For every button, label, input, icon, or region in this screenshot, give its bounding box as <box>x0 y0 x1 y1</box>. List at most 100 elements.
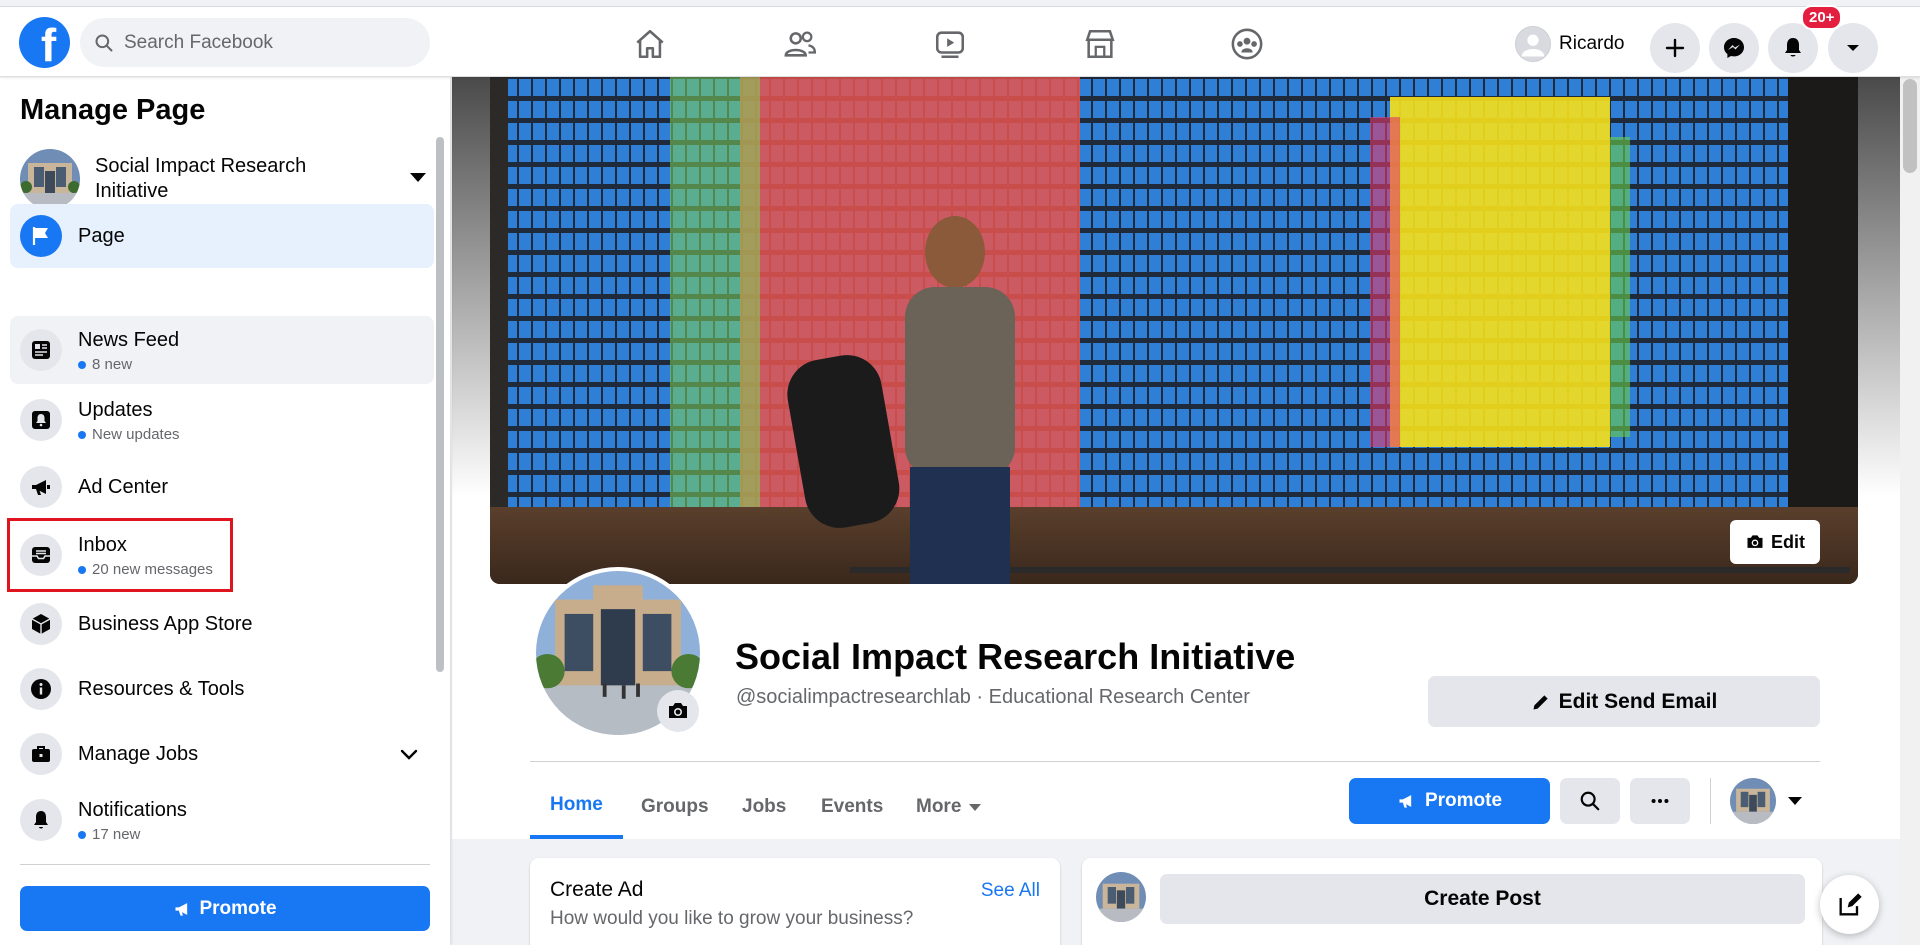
create-post-card: Create Post <box>1082 858 1822 945</box>
avatar <box>1096 872 1146 922</box>
icon-circle <box>20 534 62 576</box>
page-scrollbar[interactable] <box>1900 77 1920 945</box>
tab-home[interactable]: Home <box>530 775 623 839</box>
notifications-badge: 20+ <box>1801 5 1843 30</box>
create-post-button[interactable]: Create Post <box>1160 874 1805 924</box>
sidebar-item-page[interactable]: Page <box>10 204 434 268</box>
sidebar-item-ad-center[interactable]: Ad Center <box>10 457 434 517</box>
building-photo <box>1096 872 1146 922</box>
sidebar-item-label: Manage Jobs <box>78 743 199 765</box>
nav-watch-tab[interactable] <box>890 19 1010 69</box>
caret-down-icon[interactable] <box>410 173 426 182</box>
sidebar-item-resources-tools[interactable]: Resources & Tools <box>10 659 434 719</box>
sidebar-item-label: Inbox <box>78 534 127 556</box>
browser-edge <box>0 0 1920 7</box>
search-icon <box>95 34 113 51</box>
messenger-icon <box>1724 38 1744 58</box>
messenger-button[interactable] <box>1709 23 1759 73</box>
chevron-down-icon[interactable] <box>400 746 418 762</box>
promote-button[interactable]: Promote <box>1349 778 1550 824</box>
page-switcher[interactable]: Social Impact Research Initiative <box>20 149 430 209</box>
icon-circle <box>20 603 62 645</box>
watch-icon <box>935 31 965 59</box>
tab-more[interactable]: More <box>916 775 982 839</box>
promote-label: Promote <box>199 897 277 919</box>
sidebar-item-sub: 17 new <box>78 826 187 843</box>
page-title: Social Impact Research Initiative <box>735 636 1296 677</box>
page-flag-badge <box>20 215 62 257</box>
news-feed-icon <box>32 341 50 359</box>
search-box[interactable] <box>80 18 430 67</box>
sidebar-item-label: Updates <box>78 399 153 421</box>
sidebar-scrollbar[interactable] <box>436 137 444 672</box>
sidebar-item-notifications[interactable]: Notifications 17 new <box>10 786 434 854</box>
avatar <box>1730 778 1776 824</box>
nav-marketplace-tab[interactable] <box>1040 19 1160 69</box>
sidebar-item-subtext: 17 new <box>92 826 141 843</box>
tab-events[interactable]: Events <box>821 775 883 839</box>
plus-icon <box>1665 38 1685 58</box>
updates-icon <box>32 411 50 429</box>
search-page-button[interactable] <box>1560 778 1620 824</box>
search-input[interactable] <box>124 31 404 54</box>
sidebar-item-news-feed[interactable]: News Feed 8 new <box>10 316 434 384</box>
icon-circle <box>20 799 62 841</box>
tabs-divider <box>530 761 1820 762</box>
facebook-logo[interactable]: f <box>19 17 70 68</box>
notifications-button[interactable] <box>1768 23 1818 73</box>
camera-icon <box>669 703 687 718</box>
sidebar-item-label: Resources & Tools <box>78 678 245 700</box>
see-all-link[interactable]: See All <box>981 880 1040 902</box>
box-icon <box>31 614 51 634</box>
caret-down-icon <box>969 803 982 811</box>
edit-cover-button[interactable]: Edit <box>1730 520 1820 564</box>
edit-send-email-button[interactable]: Edit Send Email <box>1428 676 1820 727</box>
tab-label: Home <box>550 794 603 815</box>
avatar <box>1515 26 1551 62</box>
create-post-label: Create Post <box>1424 887 1541 910</box>
building-photo <box>1730 778 1776 824</box>
bell-icon <box>1785 38 1801 57</box>
tab-jobs[interactable]: Jobs <box>742 775 786 839</box>
sidebar-item-updates[interactable]: Updates New updates <box>10 386 434 454</box>
create-button[interactable] <box>1650 23 1700 73</box>
home-icon <box>636 29 664 59</box>
sidebar-item-business-app-store[interactable]: Business App Store <box>10 594 434 654</box>
edit-cover-label: Edit <box>1771 531 1805 552</box>
icon-circle <box>20 466 62 508</box>
tab-groups[interactable]: Groups <box>641 775 709 839</box>
more-options-button[interactable] <box>1630 778 1690 824</box>
divider <box>1710 778 1711 824</box>
page-switcher-name: Social Impact Research Initiative <box>95 155 307 202</box>
sidebar-item-label: Notifications <box>78 799 187 821</box>
friends-icon <box>784 31 817 57</box>
sidebar-promote-button[interactable]: Promote <box>20 886 430 931</box>
update-profile-picture-button[interactable] <box>657 690 699 732</box>
page-handle-category: @socialimpactresearchlab · Educational R… <box>736 686 1250 708</box>
account-menu-button[interactable] <box>1828 23 1878 73</box>
account-switcher[interactable] <box>1730 778 1802 824</box>
profile-name: Ricardo <box>1559 33 1625 54</box>
cover-photo[interactable] <box>490 77 1858 584</box>
top-navigation-bar: f Ricardo <box>0 0 1920 77</box>
briefcase-icon <box>32 746 50 762</box>
sidebar-item-label: News Feed <box>78 329 180 351</box>
sidebar-item-sub: 8 new <box>78 356 179 373</box>
chevron-down-icon <box>1847 45 1859 51</box>
icon-circle <box>20 668 62 710</box>
megaphone-icon <box>1399 795 1412 808</box>
unread-dot <box>78 565 86 574</box>
sidebar-item-inbox[interactable]: Inbox 20 new messages <box>10 518 434 592</box>
nav-groups-tab[interactable] <box>1187 19 1307 69</box>
sidebar-item-sub: 20 new messages <box>78 561 213 578</box>
sidebar-item-manage-jobs[interactable]: Manage Jobs <box>10 724 434 784</box>
megaphone-icon <box>32 480 50 495</box>
sidebar-item-sub: New updates <box>78 426 180 443</box>
nav-home-tab[interactable] <box>590 19 710 69</box>
data-wall-photo <box>490 77 1858 584</box>
nav-friends-tab[interactable] <box>740 19 860 69</box>
new-message-button[interactable] <box>1820 875 1879 934</box>
scrollbar-thumb[interactable] <box>1903 79 1917 173</box>
manage-page-sidebar: Manage Page Social Impact Research Initi… <box>0 77 450 945</box>
profile-chip[interactable]: Ricardo <box>1515 24 1624 64</box>
